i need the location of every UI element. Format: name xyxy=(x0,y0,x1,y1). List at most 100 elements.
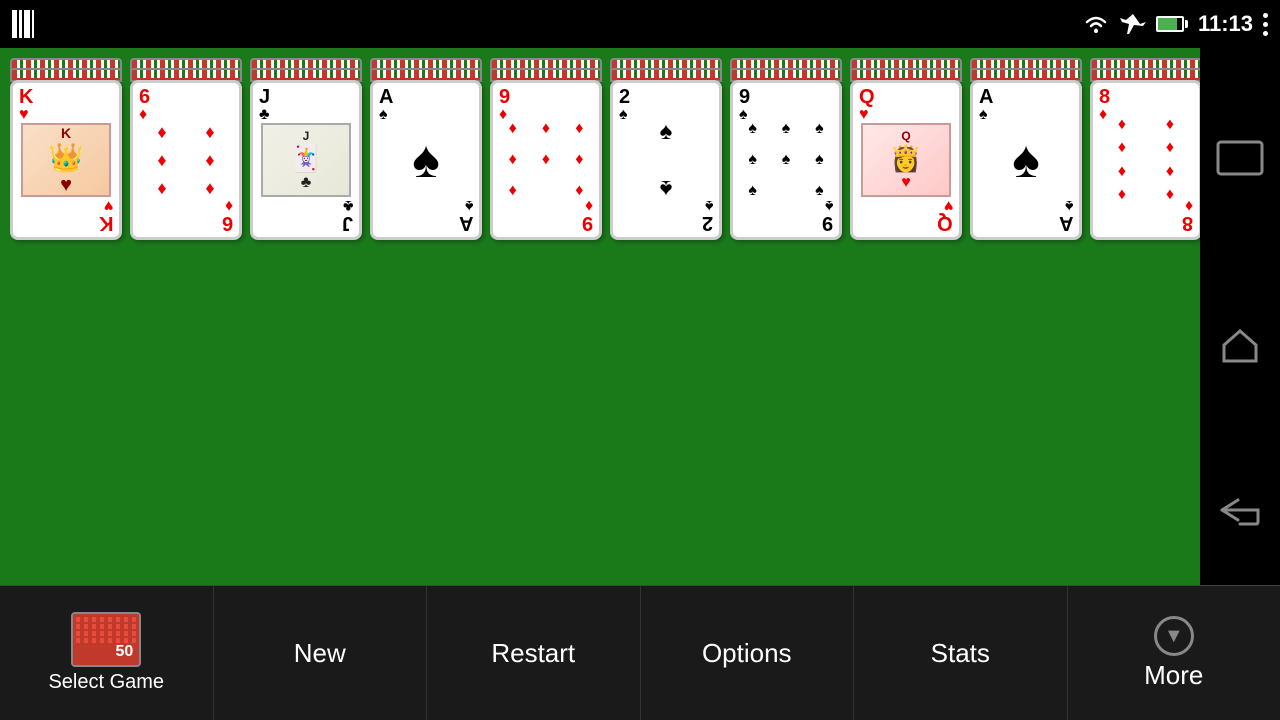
pip: ♦ xyxy=(1166,186,1174,204)
airplane-icon xyxy=(1120,12,1146,36)
card-rank: A xyxy=(379,87,393,107)
pip: ♦ xyxy=(1118,139,1126,157)
card-column-3[interactable]: J ♣ J 🃏 ♣ J ♣ xyxy=(250,58,362,240)
card-rank-bottom: 9 xyxy=(822,213,833,233)
card-column-1[interactable]: K ♥ K 👑 ♥ K ♥ xyxy=(10,58,122,240)
card-rank-bottom: 9 xyxy=(582,213,593,233)
options-button[interactable]: Options xyxy=(641,586,855,720)
status-bar: 11:13 xyxy=(0,0,1280,48)
pip: ♦ xyxy=(509,182,517,200)
pip: ♦ xyxy=(542,120,550,138)
card-suit: ♠ xyxy=(379,107,388,123)
card-9-spades[interactable]: 9 ♠ ♠ ♠ ♠ ♠ ♠ ♠ ♠ ♠ 9 ♠ xyxy=(730,80,842,240)
card-suit-bottom: ♠ xyxy=(705,197,714,213)
options-label: Options xyxy=(702,638,792,669)
card-column-7[interactable]: 9 ♠ ♠ ♠ ♠ ♠ ♠ ♠ ♠ ♠ 9 ♠ xyxy=(730,58,842,240)
card-suit: ♠ xyxy=(619,107,628,123)
game-area: K ♥ K 👑 ♥ K ♥ xyxy=(0,48,1200,585)
card-ace-spades-2[interactable]: A ♠ ♠ A ♠ xyxy=(970,80,1082,240)
home-button[interactable] xyxy=(1220,327,1260,370)
card-column-6[interactable]: 2 ♠ ♠ ♠ 2 ♠ xyxy=(610,58,722,240)
card-queen-hearts[interactable]: Q ♥ Q 👸 ♥ Q ♥ xyxy=(850,80,962,240)
pip: ♦ xyxy=(575,182,583,200)
card-column-10[interactable]: 8 ♦ ♦ ♦ ♦ ♦ ♦ ♦ ♦ ♦ 8 ♦ xyxy=(1090,58,1202,240)
card-rank-bottom: 6 xyxy=(222,213,233,233)
pip: ♠ xyxy=(782,151,791,169)
pip: ♦ xyxy=(205,122,214,143)
pip: ♦ xyxy=(157,150,166,171)
new-label: New xyxy=(294,638,346,669)
back-button[interactable] xyxy=(1218,494,1262,533)
card-rank: 9 xyxy=(499,87,510,107)
landscape-button[interactable] xyxy=(1216,140,1264,183)
pip: ♠ xyxy=(815,120,824,138)
card-face: J 🃏 ♣ xyxy=(261,123,351,197)
card-6-diamonds[interactable]: 6 ♦ ♦ ♦ ♦ ♦ ♦ ♦ 6 ♦ xyxy=(130,80,242,240)
card-ace-spades-1[interactable]: A ♠ ♠ A ♠ xyxy=(370,80,482,240)
card-face: Q 👸 ♥ xyxy=(861,123,951,197)
select-game-button[interactable]: Select Game xyxy=(0,586,214,720)
card-jack-clubs[interactable]: J ♣ J 🃏 ♣ J ♣ xyxy=(250,80,362,240)
pip: ♠ xyxy=(748,151,757,169)
barcode-icon xyxy=(12,10,34,38)
card-column-4[interactable]: A ♠ ♠ A ♠ xyxy=(370,58,482,240)
battery-icon xyxy=(1156,16,1188,32)
restart-button[interactable]: Restart xyxy=(427,586,641,720)
pip: ♦ xyxy=(157,178,166,199)
new-game-button[interactable]: New xyxy=(214,586,428,720)
stats-button[interactable]: Stats xyxy=(854,586,1068,720)
more-dropdown-icon: ▼ xyxy=(1154,616,1194,656)
card-column-9[interactable]: A ♠ ♠ A ♠ xyxy=(970,58,1082,240)
bottom-nav: Select Game New Restart Options Stats ▼ … xyxy=(0,585,1280,720)
card-column-5[interactable]: 9 ♦ ♦ ♦ ♦ ♦ ♦ ♦ ♦ ♦ 9 ♦ xyxy=(490,58,602,240)
wifi-icon xyxy=(1082,12,1110,36)
card-9-diamonds[interactable]: 9 ♦ ♦ ♦ ♦ ♦ ♦ ♦ ♦ ♦ 9 ♦ xyxy=(490,80,602,240)
card-suit-bottom: ♦ xyxy=(225,197,233,213)
card-suit-bottom: ♠ xyxy=(825,197,834,213)
card-rank-bottom: A xyxy=(459,213,473,233)
card-rank-bottom: J xyxy=(342,213,353,233)
card-suit-bottom: ♠ xyxy=(465,197,474,213)
card-pip-center: ♠ xyxy=(412,130,440,190)
card-suit: ♥ xyxy=(859,107,869,123)
card-suit-bottom: ♦ xyxy=(585,197,593,213)
card-rank: Q xyxy=(859,87,875,107)
stats-label: Stats xyxy=(931,638,990,669)
card-suit: ♣ xyxy=(259,107,270,123)
side-buttons xyxy=(1200,48,1280,585)
card-rank-bottom: K xyxy=(99,213,113,233)
pip: ♠ xyxy=(748,182,757,200)
card-suit-bottom: ♦ xyxy=(1185,197,1193,213)
card-rank-bottom: 8 xyxy=(1182,213,1193,233)
card-rank-bottom: 2 xyxy=(702,213,713,233)
card-suit-bottom: ♠ xyxy=(1065,197,1074,213)
card-rank: K xyxy=(19,87,33,107)
select-game-label: Select Game xyxy=(48,671,164,694)
card-8-diamonds[interactable]: 8 ♦ ♦ ♦ ♦ ♦ ♦ ♦ ♦ ♦ 8 ♦ xyxy=(1090,80,1202,240)
status-bar-right: 11:13 xyxy=(1082,11,1268,37)
pip: ♦ xyxy=(1118,163,1126,181)
card-column-2[interactable]: 6 ♦ ♦ ♦ ♦ ♦ ♦ ♦ 6 ♦ xyxy=(130,58,242,240)
pip: ♦ xyxy=(205,150,214,171)
card-suit-bottom: ♥ xyxy=(944,197,954,213)
more-button[interactable]: ▼ More xyxy=(1068,586,1280,720)
card-rank: 6 xyxy=(139,87,150,107)
card-king-hearts[interactable]: K ♥ K 👑 ♥ K ♥ xyxy=(10,80,122,240)
pip: ♦ xyxy=(1118,116,1126,134)
pip: ♦ xyxy=(1118,186,1126,204)
status-bar-left xyxy=(12,10,34,38)
pip: ♦ xyxy=(575,120,583,138)
pip: ♦ xyxy=(1166,139,1174,157)
pip: ♦ xyxy=(1166,116,1174,134)
card-suit-bottom: ♥ xyxy=(104,197,114,213)
card-rank: 8 xyxy=(1099,87,1110,107)
chevron-down-icon: ▼ xyxy=(1164,625,1184,648)
card-face: K 👑 ♥ xyxy=(21,123,111,197)
card-suit-bottom: ♣ xyxy=(343,197,354,213)
card-pip-center: ♠ xyxy=(1012,130,1040,190)
overflow-menu-icon[interactable] xyxy=(1263,13,1268,36)
card-2-spades[interactable]: 2 ♠ ♠ ♠ 2 ♠ xyxy=(610,80,722,240)
card-rank-bottom: A xyxy=(1059,213,1073,233)
card-column-8[interactable]: Q ♥ Q 👸 ♥ Q ♥ xyxy=(850,58,962,240)
card-rank: A xyxy=(979,87,993,107)
